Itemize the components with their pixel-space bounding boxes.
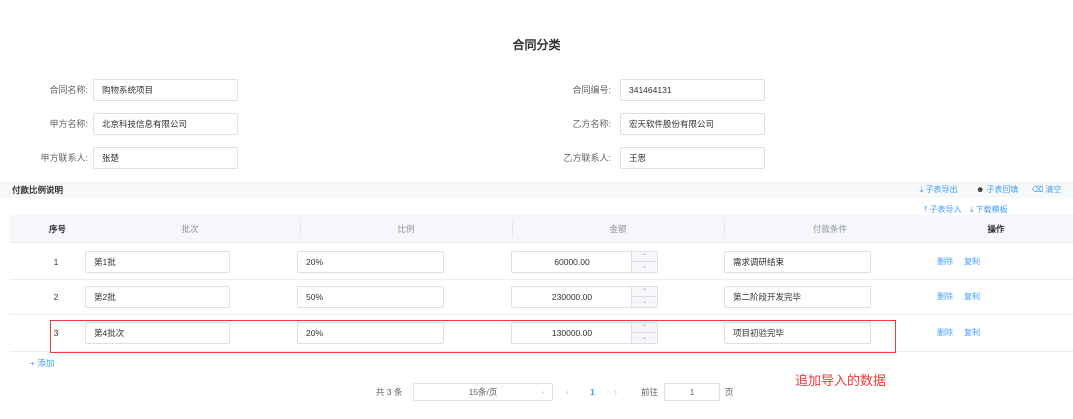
- highlight-box: [50, 320, 896, 353]
- amount-input[interactable]: 60000.00 ⌃ ⌄: [511, 251, 658, 273]
- party-b-contact-input[interactable]: 王思: [620, 147, 765, 169]
- row-index: 2: [53, 292, 59, 302]
- import-subtable-button[interactable]: ⤒ 子表导入: [924, 205, 962, 215]
- next-page-button[interactable]: ›: [614, 383, 617, 401]
- contract-name-input[interactable]: 购物系统项目: [93, 79, 238, 101]
- column-header-index: 序号: [48, 224, 66, 234]
- party-b-input[interactable]: 宏天软件股份有限公司: [620, 113, 765, 135]
- delete-row-button[interactable]: 删除: [937, 251, 953, 273]
- goto-label: 前往: [641, 387, 659, 397]
- download-template-button[interactable]: ⤓ 下载模板: [970, 205, 1008, 215]
- amount-input[interactable]: 230000.00 ⌃ ⌄: [511, 286, 658, 308]
- page-title: 合同分类: [512, 38, 561, 52]
- add-row-button[interactable]: + 添加: [30, 357, 54, 369]
- delete-row-button[interactable]: 删除: [937, 322, 953, 344]
- chevron-up-icon[interactable]: ⌃: [632, 252, 657, 262]
- current-page[interactable]: 1: [590, 383, 595, 401]
- chevron-down-icon[interactable]: ⌄: [632, 262, 657, 272]
- batch-input[interactable]: 第1批: [85, 251, 230, 273]
- section-bar: [0, 181, 1073, 198]
- backfill-subtable-button[interactable]: ☻ 子表回填: [976, 185, 1018, 195]
- party-a-input[interactable]: 北京科技信息有限公司: [93, 113, 238, 135]
- party-a-label: 甲方名称:: [49, 119, 88, 129]
- contract-no-input[interactable]: 341464131: [620, 79, 765, 101]
- section-title: 付款比例说明: [12, 185, 64, 195]
- ratio-input[interactable]: 50%: [297, 286, 444, 308]
- amount-value: 230000.00: [551, 292, 593, 302]
- users-icon: ☻: [976, 185, 985, 194]
- party-a-contact-input[interactable]: 张楚: [93, 147, 238, 169]
- column-header-amount: 金额: [609, 224, 627, 234]
- party-b-contact-label: 乙方联系人:: [563, 153, 611, 163]
- column-header-actions: 操作: [987, 224, 1005, 234]
- column-header-ratio: 比例: [397, 224, 415, 234]
- trash-icon: ⌫: [1032, 185, 1044, 194]
- condition-input[interactable]: 第二阶段开发完毕: [724, 286, 871, 308]
- annotation-text: 追加导入的数据: [795, 373, 887, 388]
- page-size-value: 15条/页: [468, 387, 498, 397]
- download-icon: ⤓: [920, 185, 924, 194]
- pagination-total: 共 3 条: [376, 387, 403, 397]
- row-divider: [10, 314, 1073, 315]
- delete-row-button[interactable]: 删除: [937, 286, 953, 308]
- clear-button[interactable]: ⌫ 清空: [1032, 185, 1061, 195]
- export-subtable-button[interactable]: ⤓ 子表导出: [920, 185, 958, 195]
- party-a-contact-label: 甲方联系人:: [40, 153, 88, 163]
- batch-input[interactable]: 第2批: [85, 286, 230, 308]
- chevron-down-icon: ⌄: [540, 388, 546, 395]
- copy-row-button[interactable]: 复制: [964, 251, 980, 273]
- ratio-input[interactable]: 20%: [297, 251, 444, 273]
- column-header-batch: 批次: [181, 224, 199, 234]
- page-size-select[interactable]: 15条/页 ⌄: [413, 383, 553, 401]
- import-label: 子表导入: [929, 205, 962, 214]
- chevron-down-icon[interactable]: ⌄: [632, 297, 657, 307]
- row-divider: [10, 279, 1073, 280]
- column-header-condition: 付款条件: [812, 224, 847, 234]
- copy-row-button[interactable]: 复制: [964, 286, 980, 308]
- download-template-label: 下载模板: [975, 205, 1008, 214]
- party-b-label: 乙方名称:: [572, 119, 611, 129]
- goto-page-input[interactable]: 1: [664, 383, 720, 401]
- row-index: 1: [53, 257, 59, 267]
- amount-stepper[interactable]: ⌃ ⌄: [631, 287, 657, 307]
- export-label: 子表导出: [925, 185, 958, 194]
- upload-icon: ⤒: [924, 205, 928, 214]
- chevron-up-icon[interactable]: ⌃: [632, 287, 657, 297]
- clear-label: 清空: [1045, 185, 1062, 194]
- condition-input[interactable]: 需求调研结束: [724, 251, 871, 273]
- page-suffix: 页: [725, 387, 734, 397]
- backfill-label: 子表回填: [986, 185, 1019, 194]
- contract-no-label: 合同编号:: [572, 85, 611, 95]
- download-icon: ⤓: [970, 205, 974, 214]
- prev-page-button[interactable]: ‹: [566, 383, 569, 401]
- copy-row-button[interactable]: 复制: [964, 322, 980, 344]
- amount-stepper[interactable]: ⌃ ⌄: [631, 252, 657, 272]
- contract-name-label: 合同名称:: [49, 85, 88, 95]
- amount-value: 60000.00: [554, 257, 590, 267]
